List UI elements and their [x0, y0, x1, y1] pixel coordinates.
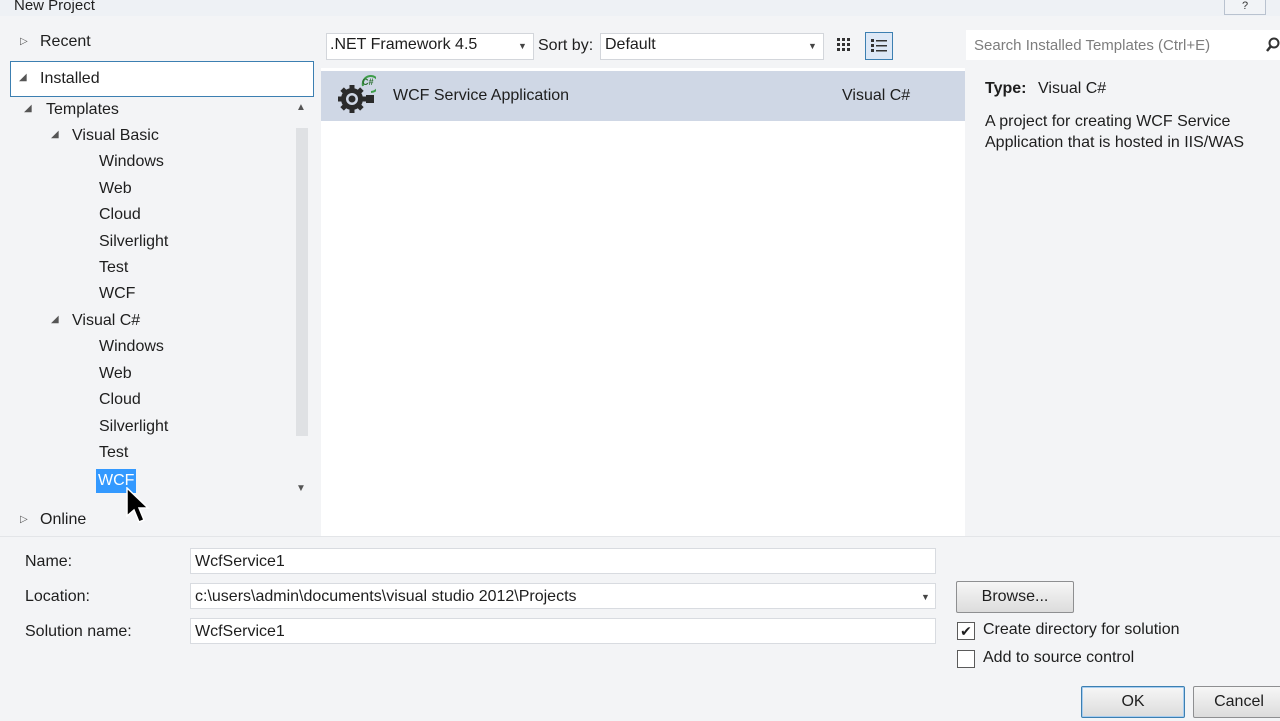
nav-recent[interactable]: Recent [40, 33, 91, 51]
search-input[interactable]: Search Installed Templates (Ctrl+E) [974, 37, 1210, 54]
cancel-button[interactable]: Cancel [1193, 686, 1280, 718]
mouse-cursor-icon [126, 487, 150, 523]
scroll-up-icon[interactable]: ▲ [296, 102, 306, 113]
expand-right-icon[interactable]: ▷ [20, 514, 28, 525]
collapse-icon[interactable]: ◢ [51, 314, 59, 325]
tree-vb-silverlight[interactable]: Silverlight [99, 233, 168, 251]
tree-cs-web[interactable]: Web [99, 365, 132, 383]
sort-by-label: Sort by: [538, 37, 594, 54]
name-field[interactable] [190, 548, 936, 574]
help-button[interactable]: ? [1224, 0, 1266, 15]
collapse-icon[interactable]: ◢ [51, 129, 59, 140]
type-label: Type: [985, 80, 1027, 97]
tree-vb-windows[interactable]: Windows [99, 153, 164, 171]
list-view-icon [871, 39, 887, 52]
solution-name-field[interactable] [190, 618, 936, 644]
tree-cs-silverlight[interactable]: Silverlight [99, 418, 168, 436]
solution-name-label: Solution name: [25, 623, 132, 640]
tree-vb-cloud[interactable]: Cloud [99, 206, 141, 224]
tree-vb-test[interactable]: Test [99, 259, 128, 277]
create-directory-label: Create directory for solution [983, 621, 1180, 638]
tree-visual-csharp[interactable]: Visual C# [72, 312, 140, 330]
csharp-badge: C# [362, 77, 374, 87]
window-title: New Project [14, 0, 95, 14]
name-value: WcfService1 [195, 553, 285, 570]
ok-button[interactable]: OK [1081, 686, 1185, 718]
name-label: Name: [25, 553, 73, 570]
browse-button[interactable]: Browse... [956, 581, 1074, 613]
tree-vb-wcf[interactable]: WCF [99, 285, 135, 303]
location-value: c:\users\admin\documents\visual studio 2… [195, 588, 577, 605]
template-language: Visual C# [842, 87, 911, 104]
tree-vb-web[interactable]: Web [99, 180, 132, 198]
tree-visual-basic[interactable]: Visual Basic [72, 127, 159, 145]
tree-scroll-thumb[interactable] [296, 128, 308, 436]
collapse-icon[interactable]: ◢ [24, 103, 32, 114]
chevron-down-icon[interactable]: ▼ [921, 592, 930, 602]
framework-value: .NET Framework 4.5 [330, 36, 478, 53]
tree-templates[interactable]: Templates [46, 101, 119, 119]
wcf-service-gear-icon: C# [338, 75, 376, 113]
template-name: WCF Service Application [393, 87, 570, 104]
medium-icons-view-button[interactable] [831, 32, 857, 58]
tree-cs-cloud[interactable]: Cloud [99, 391, 141, 409]
grid-view-icon [837, 38, 850, 51]
tree-cs-test[interactable]: Test [99, 444, 128, 462]
nav-installed-label: Installed [40, 70, 100, 87]
template-list [321, 68, 965, 536]
solution-name-value: WcfService1 [195, 623, 285, 640]
tree-cs-windows[interactable]: Windows [99, 338, 164, 356]
expand-right-icon[interactable]: ▷ [20, 36, 28, 47]
search-icon[interactable] [1266, 37, 1280, 53]
template-tree: ◢ Templates ◢ Visual Basic Windows Web C… [0, 100, 292, 500]
location-label: Location: [25, 588, 90, 605]
collapse-icon[interactable]: ◢ [19, 72, 27, 83]
template-description: A project for creating WCF Service Appli… [985, 113, 1245, 151]
small-icons-view-button[interactable] [865, 32, 893, 60]
create-directory-checkbox[interactable]: ✔ [957, 622, 975, 640]
title-bar [0, 0, 1280, 16]
nav-online[interactable]: Online [40, 511, 86, 529]
chevron-down-icon[interactable]: ▼ [518, 41, 527, 51]
scroll-down-icon[interactable]: ▼ [296, 483, 306, 494]
sort-value: Default [605, 36, 656, 53]
source-control-label: Add to source control [983, 649, 1135, 666]
source-control-checkbox[interactable] [957, 650, 975, 668]
chevron-down-icon[interactable]: ▼ [808, 41, 817, 51]
type-value: Visual C# [1038, 80, 1107, 97]
